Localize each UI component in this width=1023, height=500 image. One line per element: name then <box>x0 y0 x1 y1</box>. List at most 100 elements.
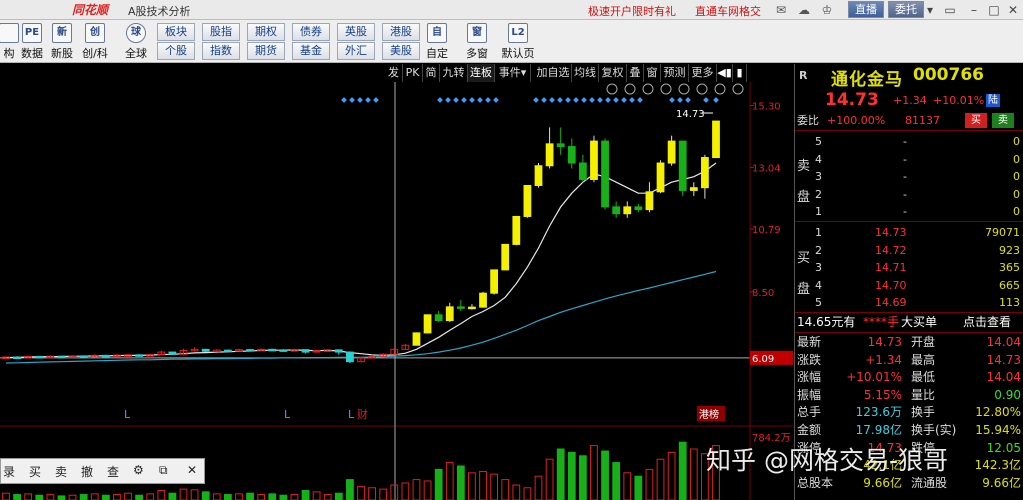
maximize-icon[interactable]: □ <box>986 2 1002 18</box>
tab-pk[interactable]: PK <box>403 64 423 82</box>
buy-shortcut[interactable]: 买 <box>29 463 41 480</box>
tab-forecast[interactable]: 预测 <box>661 64 689 82</box>
grid-btn-us-stocks[interactable]: 美股 <box>382 42 420 60</box>
panel-toggle-icon[interactable]: ▮ <box>733 64 747 82</box>
chart-grid <box>0 82 793 422</box>
toolbar-global[interactable]: 球 全球 <box>117 22 155 62</box>
peak-price-label: 14.73 <box>676 109 705 120</box>
window-icon[interactable]: ⧉ <box>159 463 168 478</box>
shirt-icon[interactable]: ♔ <box>819 2 835 18</box>
toolbar-multi-window[interactable]: 窗 多窗 <box>458 22 496 62</box>
mail-icon[interactable]: ✉ <box>773 2 789 18</box>
buy-button[interactable]: 买 <box>965 113 987 128</box>
view-big-order-link[interactable]: 点击查看 <box>963 314 1011 331</box>
grid-btn-stock-index[interactable]: 股指 <box>202 23 240 41</box>
event-marker <box>613 97 619 103</box>
grid-btn-funds[interactable]: 基金 <box>292 42 330 60</box>
chart-tool-icon[interactable] <box>714 83 726 95</box>
record-button[interactable]: 录 <box>3 463 15 480</box>
sell-button[interactable]: 卖 <box>992 113 1014 128</box>
volume-bar <box>146 493 155 500</box>
grid-btn-bonds[interactable]: 债券 <box>292 23 330 41</box>
candle-body <box>468 306 476 310</box>
r-badge: R <box>799 69 808 82</box>
event-marker <box>485 97 491 103</box>
ask-row[interactable]: 1 - 0 <box>795 203 1023 220</box>
tab-simple[interactable]: 简 <box>423 64 440 82</box>
grid-btn-individual[interactable]: 个股 <box>157 42 195 60</box>
chart-tool-icon[interactable] <box>696 83 708 95</box>
volume-bar <box>257 494 266 500</box>
bid-row[interactable]: 4 14.70 665 <box>795 277 1023 294</box>
promo-link-account[interactable]: 极速开户限时有礼 <box>588 3 676 19</box>
ask-row[interactable]: 3 - 0 <box>795 168 1023 185</box>
cancel-shortcut[interactable]: 撤 <box>81 463 93 480</box>
tab-adjust[interactable]: 复权 <box>599 64 627 82</box>
event-marker <box>461 97 467 103</box>
toolbar-label: 默认页 <box>501 47 535 60</box>
chart-tool-icon[interactable] <box>642 83 654 95</box>
candle-body <box>578 162 587 180</box>
candle-body <box>490 269 499 294</box>
event-marker <box>573 97 579 103</box>
volume-bar <box>279 494 288 500</box>
toolbar-label: 全球 <box>125 47 147 60</box>
settings-icon[interactable]: ⚙ <box>133 463 144 477</box>
volume-bar <box>223 494 232 500</box>
sell-shortcut[interactable]: 卖 <box>55 463 67 480</box>
kline-chart[interactable]: 15.3013.0410.798.506.096.0914.73LLL财港榜 <box>0 82 793 422</box>
candle-body <box>501 243 510 271</box>
cloud-icon[interactable]: ☁ <box>796 2 812 18</box>
chart-tool-icon[interactable] <box>606 83 618 95</box>
grid-btn-index[interactable]: 指数 <box>202 42 240 60</box>
close-icon[interactable]: ✕ <box>1005 2 1021 18</box>
toolbar-custom[interactable]: 自 自定 <box>418 22 456 62</box>
bid-row[interactable]: 3 14.71 365 <box>795 259 1023 276</box>
close-strip-icon[interactable]: ✕ <box>187 463 197 477</box>
live-button[interactable]: 直播 <box>848 1 884 18</box>
candle-body <box>678 140 687 191</box>
restore-icon[interactable]: ▭ <box>942 2 958 18</box>
play-icon[interactable]: ◀▮ <box>717 64 733 82</box>
stat-label: 流通股 <box>911 475 948 490</box>
minimize-icon[interactable]: – <box>966 2 982 18</box>
tab-events[interactable]: 事件▾ <box>495 64 531 82</box>
tab-add-watchlist[interactable]: 加自选 <box>535 64 572 82</box>
ask-row[interactable]: 2 - 0 <box>795 186 1023 203</box>
tab-nine-turn[interactable]: 九转 <box>440 64 468 82</box>
event-marker <box>357 97 363 103</box>
tab-more[interactable]: 更多 <box>689 64 717 82</box>
volume-bar <box>190 489 199 500</box>
delegate-button[interactable]: 委托 <box>888 1 924 18</box>
chart-tool-icon[interactable] <box>678 83 690 95</box>
tab-moving-average[interactable]: 均线 <box>572 64 599 82</box>
bid-row[interactable]: 2 14.72 923 <box>795 242 1023 259</box>
tab-overlay[interactable]: 叠 <box>627 64 644 82</box>
chart-tool-icon[interactable] <box>732 83 744 95</box>
ask-row[interactable]: 4 - 0 <box>795 151 1023 168</box>
volume-bar <box>135 494 144 500</box>
grid-btn-options[interactable]: 期权 <box>247 23 285 41</box>
tab-fa[interactable]: 发 <box>385 64 403 82</box>
tab-window[interactable]: 窗 <box>644 64 661 82</box>
bid-row[interactable]: 5 14.69 113 <box>795 294 1023 311</box>
chart-tool-icons[interactable] <box>606 83 744 95</box>
dropdown-icon[interactable]: ▾ <box>922 2 938 18</box>
chart-tool-icon[interactable] <box>660 83 672 95</box>
stat-value: 14.73 <box>986 352 1021 367</box>
grid-btn-sector[interactable]: 板块 <box>157 23 195 41</box>
tab-limit-up[interactable]: 连板 <box>468 64 495 82</box>
grid-btn-uk-stocks[interactable]: 英股 <box>337 23 375 41</box>
toolbar-default-page[interactable]: L2 默认页 <box>499 22 537 62</box>
promo-link-grid[interactable]: 直通车网格交 <box>695 3 761 19</box>
chart-tool-icon[interactable] <box>624 83 636 95</box>
big-order-row[interactable]: 14.65元有 ****手 大买单 点击查看 <box>795 314 1023 331</box>
grid-btn-forex[interactable]: 外汇 <box>337 42 375 60</box>
grid-btn-futures[interactable]: 期货 <box>247 42 285 60</box>
grid-btn-hk-stocks[interactable]: 港股 <box>382 23 420 41</box>
toolbar-chinext[interactable]: 创 创/科 <box>76 22 114 62</box>
ask-row[interactable]: 5 - 0 <box>795 133 1023 150</box>
query-shortcut[interactable]: 查 <box>107 463 119 480</box>
candle-body <box>35 355 44 359</box>
bid-row[interactable]: 1 14.73 79071 <box>795 224 1023 241</box>
